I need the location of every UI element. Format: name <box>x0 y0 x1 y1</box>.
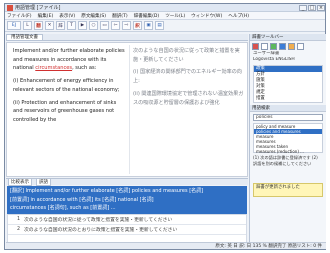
row-text: 次のような自国の状況のとおりに政策と措置を実施・更新してください <box>24 228 178 233</box>
status-text: 原文: 英 日 訳: 日 135 % 翻訳完了 原語リスト: 0 件 <box>215 244 322 249</box>
dictionary-pane: 辞書ツールバー ユーザー辞書 Logovista ENGLISH 政策 方針 施… <box>249 34 326 244</box>
pane-icon-row <box>250 41 326 51</box>
row-text: 次のような自国の状況に従って政策と措置を実施・更新してください <box>24 218 173 223</box>
search-input[interactable]: policies <box>253 114 323 121</box>
pane-header: 辞書ツールバー <box>250 34 326 41</box>
flagged-term[interactable]: circumstances <box>35 65 72 71</box>
target-paragraph-3[interactable]: (ii) 関連国際環境協定で管理されない温室効果ガスの吸収源と貯留層の保護および… <box>133 90 245 107</box>
play-icon[interactable]: ▶ <box>78 21 87 30</box>
red-dict-icon[interactable] <box>252 42 259 50</box>
column-divider <box>129 45 130 174</box>
panel-icon[interactable]: ▣ <box>144 21 153 30</box>
dict-icon[interactable] <box>261 42 268 50</box>
translation-editor[interactable]: Implement and/or further elaborate polic… <box>6 42 248 177</box>
menu-dict[interactable]: 辞書編集(D) <box>134 13 160 19</box>
frame-icon[interactable]: ▭ <box>100 21 109 30</box>
menu-bar: ファイル(F) 編集(E) 表示(V) 原文編集(S) 翻訳(T) 辞書編集(D… <box>5 12 325 20</box>
search-header: 用語検索 <box>250 105 326 112</box>
analysis-panel[interactable]: [翻訳] Implement and/or further elaborate … <box>7 186 247 214</box>
candidate-row[interactable]: 2 次のような自国の状況のとおりに政策と措置を実施・更新してください <box>8 225 246 235</box>
row-number: 1 <box>16 217 20 222</box>
app-icon <box>7 4 13 11</box>
analysis-line: circumstances [名詞句], such as [前置詞] ... <box>10 205 116 212</box>
tab-document[interactable]: 用語管理文書 <box>6 34 43 40</box>
app-window: 用語管理 [ファイル] _ □ × ファイル(F) 編集(E) 表示(V) 原文… <box>4 3 326 250</box>
target-column[interactable]: 次のような自国の状況に従って政策と措置を実施・更新してください (i) 国家経済… <box>133 47 245 111</box>
menu-help[interactable]: ヘルプ(H) <box>228 13 249 19</box>
tab-compare[interactable]: 比較表示 <box>8 178 32 186</box>
toolbar: EJ L 翻 ✕ 辞 T ▶ ○ ▭ ⇦ ⇨ 訳 ▣ ▤ <box>5 20 325 32</box>
menu-window[interactable]: ウィンドウ(W) <box>191 13 222 19</box>
circle-icon[interactable]: ○ <box>89 21 98 30</box>
translate-button[interactable]: 翻 <box>34 21 43 30</box>
tab-translation[interactable]: 訳語 <box>36 178 51 186</box>
settings-icon[interactable] <box>297 42 304 50</box>
translation-choices: 政策 方針 施策 対策 規定 措置 <box>253 65 323 103</box>
back-arrow-icon[interactable]: ⇦ <box>111 21 120 30</box>
source-paragraph-2[interactable]: (i) Enhancement of energy efficiency in … <box>13 77 127 94</box>
choice-item[interactable]: 措置 <box>254 96 322 102</box>
analysis-line: [翻訳] Implement and/or further elaborate … <box>10 188 204 194</box>
target-paragraph-1[interactable]: 次のような自国の状況に従って政策と措置を実施・更新してください <box>133 47 245 64</box>
source-paragraph-1[interactable]: Implement and/or further elaborate polic… <box>13 47 127 73</box>
translation-button[interactable]: 訳 <box>133 21 142 30</box>
source-column[interactable]: Implement and/or further elaborate polic… <box>13 47 127 129</box>
language-pair-button[interactable]: EJ <box>7 21 21 30</box>
cancel-icon[interactable]: ✕ <box>45 21 54 30</box>
candidate-row[interactable]: 1 次のような自国の状況に従って政策と措置を実施・更新してください <box>8 215 246 225</box>
menu-edit[interactable]: 編集(E) <box>38 13 54 19</box>
green-dict-icon[interactable] <box>270 42 277 50</box>
menu-file[interactable]: ファイル(F) <box>7 13 32 19</box>
split-icon[interactable]: ▤ <box>155 21 164 30</box>
layout-button[interactable]: L <box>23 21 32 30</box>
minimize-button[interactable]: _ <box>299 4 307 11</box>
analysis-line: [前置詞] in accordance with [名詞] its [名詞] n… <box>10 196 154 203</box>
close-button[interactable]: × <box>317 4 325 11</box>
candidate-list: 1 次のような自国の状況に従って政策と措置を実施・更新してください 2 次のよう… <box>7 214 247 244</box>
menu-view[interactable]: 表示(V) <box>59 13 75 19</box>
status-bar: 原文: 英 日 訳: 日 135 % 翻訳完了 原語リスト: 0 件 <box>6 242 326 249</box>
blue-dict-icon[interactable] <box>279 42 286 50</box>
result-item[interactable]: measures (reduction) ... <box>254 149 322 154</box>
sticky-note: 辞書が更新されました <box>253 183 323 197</box>
search-results: policy and measure policies and measures… <box>253 123 323 154</box>
title-bar: 用語管理 [ファイル] _ □ × <box>5 4 325 12</box>
help-note: (1) 次の語は辞書に登録済です (2) 訳語を別の候補にしてください <box>253 155 318 166</box>
menu-source[interactable]: 原文編集(S) <box>81 13 106 19</box>
forward-arrow-icon[interactable]: ⇨ <box>122 21 131 30</box>
text-button[interactable]: T <box>67 21 76 30</box>
bottom-tabstrip: 比較表示 訳語 <box>6 178 248 186</box>
menu-tools[interactable]: ツール(L) <box>165 13 185 19</box>
target-paragraph-2[interactable]: (i) 国家経済の関係部門でのエネルギー効率の向上: <box>133 68 245 85</box>
yellow-dict-icon[interactable] <box>288 42 295 50</box>
app-title: 用語管理 [ファイル] <box>15 5 61 11</box>
dictionary-button[interactable]: 辞 <box>56 21 65 30</box>
maximize-button[interactable]: □ <box>308 4 316 11</box>
document-tabstrip: 用語管理文書 <box>6 34 248 41</box>
dict-name: Logovista ENGLISH <box>253 57 295 62</box>
menu-translate[interactable]: 翻訳(T) <box>112 13 128 19</box>
source-paragraph-3[interactable]: (ii) Protection and enhancement of sinks… <box>13 99 127 125</box>
row-number: 2 <box>16 227 20 232</box>
